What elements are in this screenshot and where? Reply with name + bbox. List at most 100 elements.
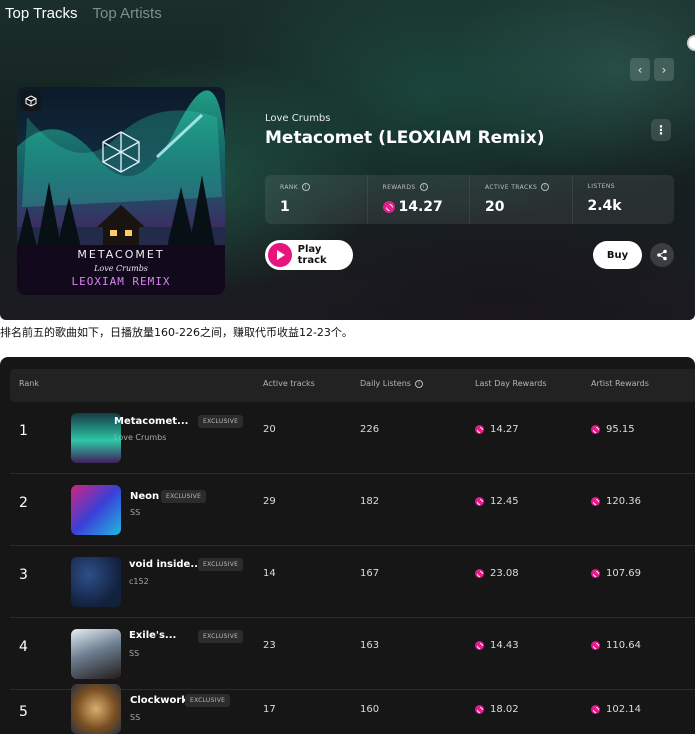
stat-rank: RANK i 1: [265, 175, 367, 224]
token-icon: [475, 497, 484, 506]
token-icon: [475, 425, 484, 434]
table-row[interactable]: 1 Metacomet... EXCLUSIVE Love Crumbs 20 …: [10, 402, 695, 474]
token-icon: [591, 705, 600, 714]
play-icon: [268, 243, 292, 267]
cover-remix: LEOXIAM REMIX: [71, 275, 171, 288]
info-icon[interactable]: i: [302, 183, 311, 191]
header-daily-listens[interactable]: Daily Listens i: [360, 379, 423, 388]
token-icon: [591, 425, 600, 434]
track-artist[interactable]: Love Crumbs: [114, 433, 166, 442]
header-daily-listens-label: Daily Listens: [360, 379, 411, 388]
track-thumbnail[interactable]: [71, 557, 121, 607]
top-tracks-table: Rank Active tracks Daily Listens i Last D…: [0, 357, 695, 734]
token-icon: [475, 705, 484, 714]
stat-listens-label: LISTENS: [587, 183, 615, 190]
track-title[interactable]: Clockwork: [130, 695, 188, 706]
token-icon: [382, 201, 395, 213]
artist-rewards-cell: 107.69: [591, 568, 641, 579]
cover-artist: Love Crumbs: [94, 264, 148, 273]
last-day-rewards-cell: 18.02: [475, 704, 519, 715]
token-icon: [591, 641, 600, 650]
active-tracks-cell: 14: [263, 568, 276, 579]
hero-tabs: Top Tracks Top Artists: [5, 5, 162, 22]
row-rank: 4: [19, 639, 28, 655]
daily-listens-cell: 167: [360, 568, 380, 579]
track-artist[interactable]: SS: [130, 508, 140, 517]
last-day-rewards-value: 18.02: [490, 704, 519, 715]
share-icon: [657, 249, 667, 261]
token-icon: [475, 641, 484, 650]
cover-title: METACOMET: [77, 248, 165, 261]
header-artist-rewards[interactable]: Artist Rewards: [591, 379, 649, 388]
artist-rewards-cell: 95.15: [591, 424, 635, 435]
exclusive-badge: EXCLUSIVE: [161, 490, 207, 503]
cube-icon: [21, 91, 41, 111]
next-button[interactable]: ›: [654, 58, 674, 81]
last-day-rewards-cell: 14.43: [475, 640, 519, 651]
last-day-rewards-value: 14.43: [490, 640, 519, 651]
info-icon[interactable]: i: [414, 379, 423, 388]
summary-caption: 排名前五的歌曲如下，日播放量160-226之间，赚取代币收益12-23个。: [0, 326, 353, 339]
exclusive-badge: EXCLUSIVE: [198, 630, 244, 643]
track-thumbnail[interactable]: [71, 485, 121, 535]
daily-listens-cell: 226: [360, 424, 380, 435]
artist-rewards-value: 102.14: [606, 704, 641, 715]
track-title[interactable]: void inside...: [129, 559, 202, 570]
header-rank[interactable]: Rank: [19, 379, 39, 388]
track-thumbnail[interactable]: [71, 684, 121, 734]
track-artist[interactable]: c152: [129, 577, 149, 586]
stat-listens: LISTENS 2.4k: [571, 175, 675, 224]
track-title[interactable]: Neon: [130, 491, 159, 502]
track-artist[interactable]: Love Crumbs: [265, 113, 331, 124]
artist-rewards-value: 110.64: [606, 640, 641, 651]
track-artist[interactable]: SS: [130, 713, 140, 722]
artist-rewards-cell: 110.64: [591, 640, 641, 651]
artist-rewards-cell: 120.36: [591, 496, 641, 507]
previous-button[interactable]: ‹: [630, 58, 650, 81]
buy-button[interactable]: Buy: [593, 241, 642, 269]
track-title: Metacomet (LEOXIAM Remix): [265, 128, 545, 148]
table-row[interactable]: 2 Neon EXCLUSIVE SS 29 182 12.45 120.36: [10, 474, 695, 546]
info-icon[interactable]: i: [541, 183, 550, 191]
row-rank: 1: [19, 423, 28, 439]
stat-rank-label: RANK: [280, 183, 299, 191]
chevron-left-icon: ‹: [637, 62, 643, 77]
more-options-button[interactable]: ⋮: [651, 119, 671, 141]
track-title[interactable]: Metacomet...: [114, 416, 188, 427]
daily-listens-cell: 182: [360, 496, 380, 507]
tab-top-artists[interactable]: Top Artists: [93, 5, 162, 22]
info-icon[interactable]: i: [419, 183, 428, 191]
chevron-right-icon: ›: [661, 62, 667, 77]
daily-listens-cell: 160: [360, 704, 380, 715]
share-button[interactable]: [650, 243, 674, 267]
tab-top-tracks[interactable]: Top Tracks: [5, 5, 78, 22]
last-day-rewards-value: 23.08: [490, 568, 519, 579]
last-day-rewards-value: 12.45: [490, 496, 519, 507]
artist-rewards-cell: 102.14: [591, 704, 641, 715]
header-active-tracks[interactable]: Active tracks: [263, 379, 315, 388]
track-title[interactable]: Exile's...: [129, 630, 176, 641]
stat-active-tracks-label: ACTIVE TRACKS: [485, 183, 538, 191]
daily-listens-cell: 163: [360, 640, 380, 651]
stat-rewards-value: 14.27: [398, 199, 443, 215]
table-row[interactable]: 3 void inside... EXCLUSIVE c152 14 167 2…: [10, 546, 695, 618]
play-track-button[interactable]: Play track: [265, 240, 353, 270]
active-tracks-cell: 23: [263, 640, 276, 651]
stat-active-tracks-value: 20: [485, 199, 505, 215]
track-thumbnail[interactable]: [71, 629, 121, 679]
active-tracks-cell: 20: [263, 424, 276, 435]
table-row[interactable]: 5 Clockwork EXCLUSIVE SS 17 160 18.02 10…: [10, 684, 695, 734]
cover-art[interactable]: METACOMET Love Crumbs LEOXIAM REMIX: [17, 87, 225, 295]
stat-listens-value: 2.4k: [587, 198, 622, 214]
artist-rewards-value: 95.15: [606, 424, 635, 435]
last-day-rewards-cell: 12.45: [475, 496, 519, 507]
track-artist[interactable]: SS: [129, 649, 139, 658]
last-day-rewards-value: 14.27: [490, 424, 519, 435]
active-tracks-cell: 17: [263, 704, 276, 715]
stats-card: RANK i 1 REWARDS i 14.27 ACTIVE TRACKS i 20…: [265, 175, 674, 224]
header-last-day-rewards[interactable]: Last Day Rewards: [475, 379, 547, 388]
table-row[interactable]: 4 Exile's... EXCLUSIVE SS 23 163 14.43 1…: [10, 618, 695, 690]
token-icon: [591, 497, 600, 506]
last-day-rewards-cell: 14.27: [475, 424, 519, 435]
scroll-handle[interactable]: [687, 35, 695, 51]
